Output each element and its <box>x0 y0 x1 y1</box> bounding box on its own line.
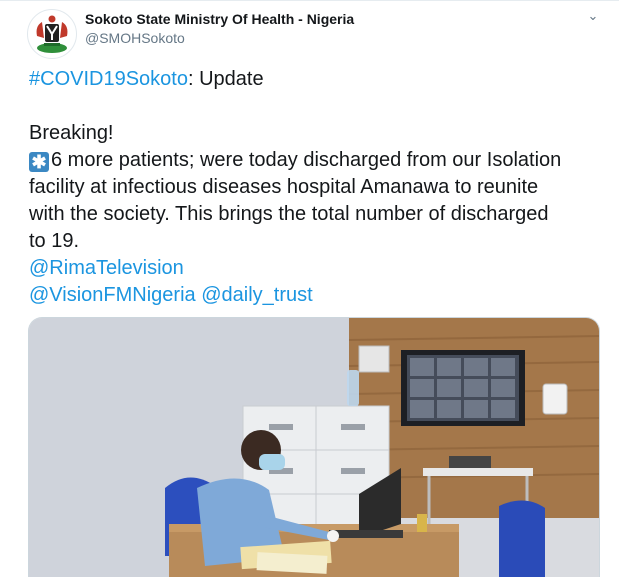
avatar[interactable] <box>27 9 77 59</box>
chevron-down-icon[interactable]: ⌄ <box>582 7 604 25</box>
tweet-text: #COVID19Sokoto: Update Breaking! ✱ 6 more… <box>29 66 604 309</box>
mention-link[interactable]: @VisionFMNigeria <box>29 284 196 306</box>
mention-link[interactable]: @daily_trust <box>201 284 312 306</box>
breaking-text: Breaking! <box>29 122 114 144</box>
body-line-1: ✱ 6 more patients; were today discharged … <box>29 147 604 174</box>
mention-link[interactable]: @RimaTelevision <box>29 257 184 279</box>
mention-line-2: @VisionFMNigeria @daily_trust <box>29 282 604 309</box>
tweet-photo[interactable] <box>28 317 600 577</box>
mention-line-1: @RimaTelevision <box>29 255 604 282</box>
update-line: #COVID19Sokoto: Update <box>29 66 604 93</box>
account-handle[interactable]: @SMOHSokoto <box>85 30 185 46</box>
update-text: : Update <box>187 68 264 90</box>
hashtag-link[interactable]: #COVID19Sokoto <box>29 68 188 90</box>
tweet-card: Sokoto State Ministry Of Health - Nigeri… <box>0 0 619 577</box>
divider <box>0 0 619 1</box>
body-line-3: with the society. This brings the total … <box>29 203 549 225</box>
asterisk-keycap-icon: ✱ <box>29 152 49 172</box>
photo-image <box>29 318 599 577</box>
body-line-2: facility at infectious diseases hospital… <box>29 176 539 198</box>
body-line-4: to 19. <box>29 230 80 252</box>
account-name[interactable]: Sokoto State Ministry Of Health - Nigeri… <box>85 11 354 27</box>
body-line-1-text: 6 more patients; were today discharged f… <box>51 149 562 171</box>
coat-of-arms-icon <box>36 15 68 53</box>
